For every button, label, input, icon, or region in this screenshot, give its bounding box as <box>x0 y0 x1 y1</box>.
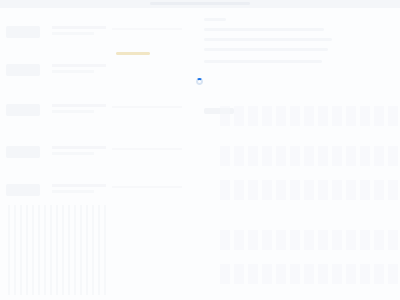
text-placeholder <box>52 104 106 107</box>
right-content-skeleton <box>200 12 400 300</box>
list-item <box>0 22 200 42</box>
list-item <box>0 142 200 162</box>
text-placeholder <box>52 110 94 113</box>
text-placeholder <box>52 26 106 29</box>
text-placeholder <box>112 186 182 188</box>
text-placeholder <box>204 18 226 21</box>
thumbnail <box>6 64 40 76</box>
text-placeholder <box>52 184 106 187</box>
text-placeholder <box>52 32 94 35</box>
thumbnail <box>6 184 40 196</box>
text-placeholder <box>112 28 182 30</box>
list-item <box>0 60 200 80</box>
text-placeholder <box>112 148 182 150</box>
grid-placeholder <box>220 230 398 250</box>
text-placeholder <box>112 106 182 108</box>
text-placeholder <box>204 60 322 63</box>
text-placeholder <box>204 28 324 31</box>
list-item <box>0 100 200 120</box>
list-item <box>0 180 200 200</box>
grid-placeholder <box>220 180 398 200</box>
text-placeholder <box>52 146 106 149</box>
text-placeholder <box>204 38 332 41</box>
text-placeholder <box>52 70 94 73</box>
top-bar-placeholder <box>150 2 250 5</box>
thumbnail <box>6 26 40 38</box>
top-bar <box>0 0 400 8</box>
loading-spinner-icon <box>196 78 203 85</box>
thumbnail <box>6 146 40 158</box>
thumbnail <box>6 104 40 116</box>
tag-placeholder <box>116 52 150 55</box>
text-placeholder <box>52 64 106 67</box>
grid-placeholder <box>220 106 398 126</box>
grid-placeholder <box>220 146 398 166</box>
text-placeholder <box>204 48 328 51</box>
text-placeholder <box>52 190 94 193</box>
grid-placeholder <box>220 264 398 284</box>
text-placeholder <box>52 152 94 155</box>
bottom-left-skeleton <box>8 205 108 295</box>
